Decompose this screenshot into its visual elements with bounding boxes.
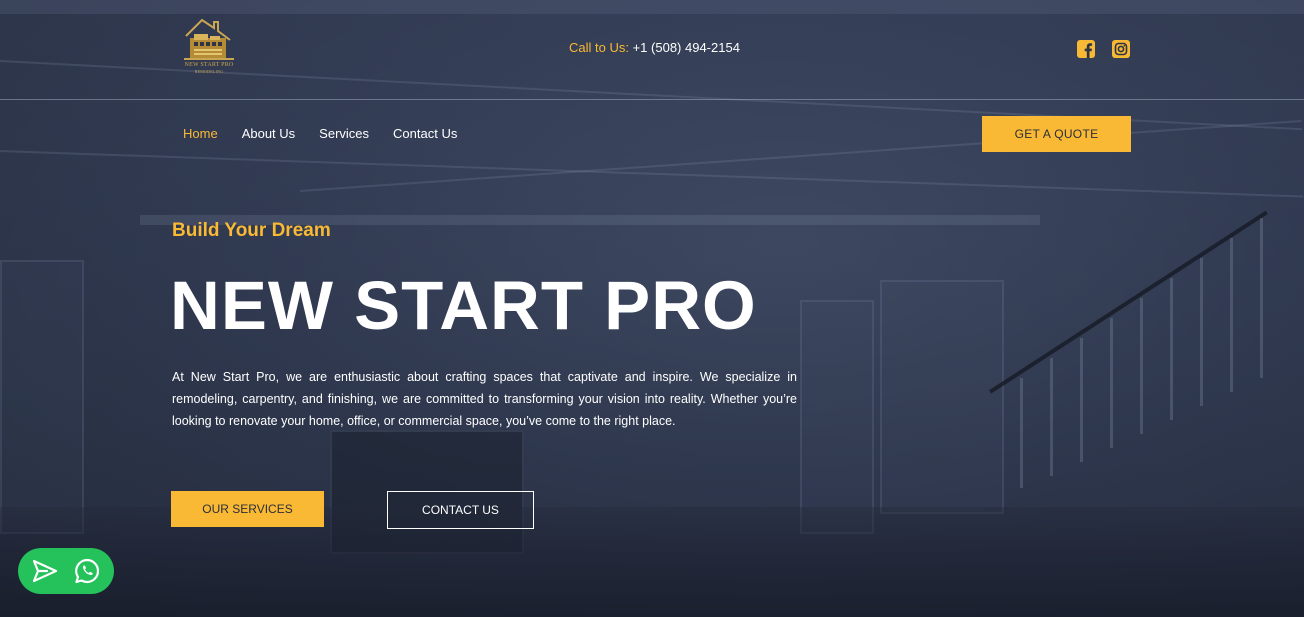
whatsapp-icon[interactable]	[72, 556, 102, 586]
nav-item-home[interactable]: Home	[183, 126, 218, 141]
phone-number[interactable]: +1 (508) 494-2154	[633, 40, 740, 55]
brand-logo[interactable]: NEW START PRO REMODELING	[180, 14, 238, 76]
call-to-us: Call to Us: +1 (508) 494-2154	[569, 40, 740, 55]
nav-item-about-us[interactable]: About Us	[242, 126, 295, 141]
nav-item-services[interactable]: Services	[319, 126, 369, 141]
call-label: Call to Us:	[569, 40, 629, 55]
hero-eyebrow: Build Your Dream	[172, 220, 331, 241]
send-icon[interactable]	[30, 556, 60, 586]
logo-wordmark: NEW START PRO REMODELING	[184, 62, 234, 74]
nav-item-contact-us[interactable]: Contact Us	[393, 126, 457, 141]
main-nav: Home About Us Services Contact Us	[183, 126, 457, 141]
hero-headline: NEW START PRO	[170, 267, 757, 344]
get-a-quote-button[interactable]: GET A QUOTE	[982, 116, 1131, 152]
chat-widget	[18, 548, 114, 594]
header-topbar: NEW START PRO REMODELING Call to Us: +1 …	[0, 0, 1304, 100]
instagram-icon[interactable]	[1112, 40, 1130, 58]
contact-us-button[interactable]: CONTACT US	[387, 491, 534, 529]
our-services-button[interactable]: OUR SERVICES	[171, 491, 324, 527]
facebook-icon[interactable]	[1077, 40, 1095, 58]
hero-intro-text: At New Start Pro, we are enthusiastic ab…	[172, 370, 797, 428]
building-logo-icon	[184, 18, 234, 60]
